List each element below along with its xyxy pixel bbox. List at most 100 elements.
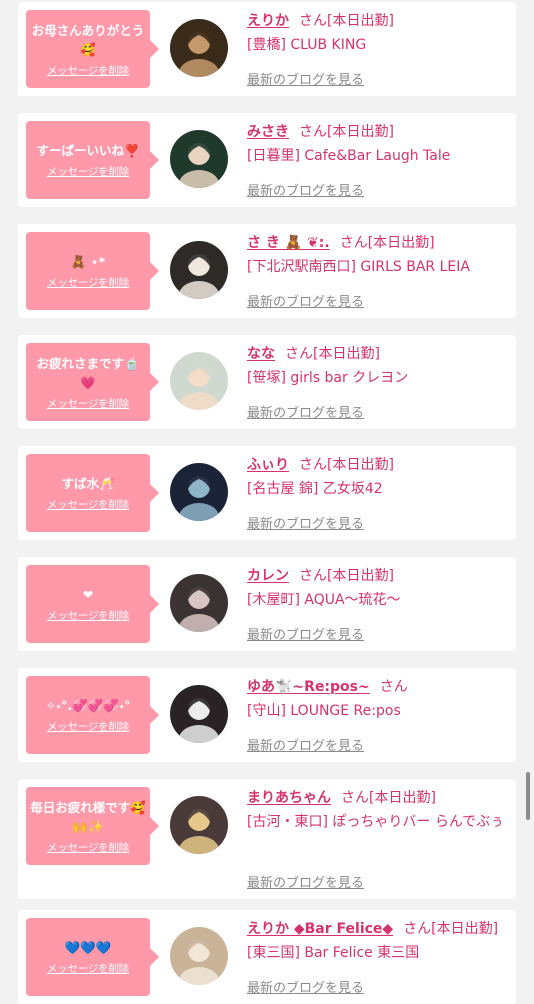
shop-name: [笹塚] girls bar クレヨン [247,370,409,386]
avatar[interactable] [170,574,228,632]
avatar[interactable] [170,796,228,854]
avatar[interactable] [170,19,228,77]
profile-info: みさき さん[本日出勤] [日暮里] Cafe&Bar Laugh Tale [247,122,510,166]
message-text: 🧸 ⋆* [70,254,106,269]
message-bubble: お母さんありがとう🥰 メッセージを削除 [26,10,159,88]
avatar[interactable] [170,463,228,521]
avatar-photo-icon [170,19,228,77]
latest-blog-link[interactable]: 最新のブログを見る [247,735,364,754]
delete-message-link[interactable]: メッセージを削除 [47,840,129,855]
delete-message-link[interactable]: メッセージを削除 [47,961,129,976]
message-text: お母さんありがとう🥰 [31,22,145,57]
latest-blog-link[interactable]: 最新のブログを見る [247,624,364,643]
delete-message-link[interactable]: メッセージを削除 [47,164,129,179]
profile-name-link[interactable]: カレン [247,568,289,584]
profile-info: えりか ◆Bar Felice◆ さん[本日出勤] [東三国] Bar Felic… [247,919,510,963]
latest-blog-link[interactable]: 最新のブログを見る [247,872,364,891]
message-text: お疲れさまです🍵💗 [36,355,140,390]
shop-name: [日暮里] Cafe&Bar Laugh Tale [247,148,451,164]
message-bubble: お疲れさまです🍵💗 メッセージを削除 [26,343,159,421]
delete-message-link[interactable]: メッセージを削除 [47,719,129,734]
profile-name-link[interactable]: まりあちゃん [247,790,331,806]
latest-blog-link[interactable]: 最新のブログを見る [247,69,364,88]
honorific-status: さん[本日出勤] [285,346,380,362]
avatar-photo-icon [170,927,228,985]
message-text: ✧˖°.💞💞💞˖° [45,698,131,713]
avatar[interactable] [170,927,228,985]
message-text: すーぱーいいね❣️ [36,143,140,158]
profile-name-link[interactable]: えりか [247,13,289,29]
profile-name-link[interactable]: ゆあ🐩~Re:pos~ [247,679,370,695]
profile-info: カレン さん[本日出勤] [木屋町] AQUA〜琉花〜 [247,566,510,610]
message-text: 💙💙💙 [64,940,112,955]
message-bubble: 毎日お疲れ様です🥰🙌✨ メッセージを削除 [26,787,159,865]
delete-message-link[interactable]: メッセージを削除 [47,396,129,411]
message-text: すば水🥂 [61,476,115,491]
profile-info: えりか さん[本日出勤] [豊橋] CLUB KING [247,11,510,55]
message-card: お疲れさまです🍵💗 メッセージを削除 なな さん[本日出勤] [笹塚] girls… [18,335,516,429]
message-card: ❤︎ メッセージを削除 カレン さん[本日出勤] [木屋町] AQUA〜琉花〜 最… [18,557,516,651]
profile-name-link[interactable]: なな [247,346,275,362]
honorific-status: さん[本日出勤] [299,124,394,140]
message-card: 💙💙💙 メッセージを削除 えりか ◆Bar Felice◆ さん[本日出勤] [東… [18,910,516,1004]
latest-blog-link[interactable]: 最新のブログを見る [247,180,364,199]
honorific-status: さん [379,679,408,695]
avatar-photo-icon [170,574,228,632]
shop-name: [下北沢駅南西口] GIRLS BAR LEIA [247,259,470,275]
message-text: ❤︎ [82,587,94,602]
latest-blog-link[interactable]: 最新のブログを見る [247,291,364,310]
message-card: 🧸 ⋆* メッセージを削除 さ き 🧸 ❦:. さん[本日出勤] [下北沢駅南西口… [18,224,516,318]
avatar-photo-icon [170,463,228,521]
message-text: 毎日お疲れ様です🥰🙌✨ [30,799,146,834]
avatar-photo-icon [170,241,228,299]
shop-name: [古河・東口] ぽっちゃりバー らんでぶぅ [247,814,505,830]
message-bubble: ✧˖°.💞💞💞˖° メッセージを削除 [26,676,159,754]
profile-info: まりあちゃん さん[本日出勤] [古河・東口] ぽっちゃりバー らんでぶぅ [247,788,510,832]
avatar-photo-icon [170,352,228,410]
honorific-status: さん[本日出勤] [299,568,394,584]
honorific-status: さん[本日出勤] [299,13,394,29]
honorific-status: さん[本日出勤] [403,921,499,937]
profile-info: さ き 🧸 ❦:. さん[本日出勤] [下北沢駅南西口] GIRLS BAR LE… [247,233,510,277]
message-card: お母さんありがとう🥰 メッセージを削除 えりか さん[本日出勤] [豊橋] CLU… [18,2,516,96]
profile-name-link[interactable]: さ き 🧸 ❦:. [247,235,330,251]
delete-message-link[interactable]: メッセージを削除 [47,608,129,623]
delete-message-link[interactable]: メッセージを削除 [47,63,129,78]
avatar-photo-icon [170,685,228,743]
shop-name: [名古屋 錦] 乙女坂42 [247,481,383,497]
latest-blog-link[interactable]: 最新のブログを見る [247,977,364,996]
avatar[interactable] [170,685,228,743]
message-card: ✧˖°.💞💞💞˖° メッセージを削除 ゆあ🐩~Re:pos~ さん [守山] LO… [18,668,516,762]
honorific-status: さん[本日出勤] [339,235,435,251]
profile-info: なな さん[本日出勤] [笹塚] girls bar クレヨン [247,344,510,388]
honorific-status: さん[本日出勤] [341,790,436,806]
avatar[interactable] [170,130,228,188]
shop-name: [木屋町] AQUA〜琉花〜 [247,592,401,608]
avatar-photo-icon [170,130,228,188]
delete-message-link[interactable]: メッセージを削除 [47,497,129,512]
shop-name: [守山] LOUNGE Re:pos [247,703,401,719]
delete-message-link[interactable]: メッセージを削除 [47,275,129,290]
avatar-photo-icon [170,796,228,854]
message-bubble: 💙💙💙 メッセージを削除 [26,918,159,996]
scrollbar[interactable] [526,772,530,820]
profile-name-link[interactable]: ふぃり [247,457,289,473]
message-bubble: 🧸 ⋆* メッセージを削除 [26,232,159,310]
message-bubble: すば水🥂 メッセージを削除 [26,454,159,532]
profile-name-link[interactable]: えりか ◆Bar Felice◆ [247,921,393,937]
profile-name-link[interactable]: みさき [247,124,289,140]
latest-blog-link[interactable]: 最新のブログを見る [247,402,364,421]
message-bubble: ❤︎ メッセージを削除 [26,565,159,643]
avatar[interactable] [170,352,228,410]
latest-blog-link[interactable]: 最新のブログを見る [247,513,364,532]
avatar[interactable] [170,241,228,299]
message-bubble: すーぱーいいね❣️ メッセージを削除 [26,121,159,199]
shop-name: [豊橋] CLUB KING [247,37,367,53]
shop-name: [東三国] Bar Felice 東三国 [247,945,420,961]
profile-info: ふぃり さん[本日出勤] [名古屋 錦] 乙女坂42 [247,455,510,499]
profile-info: ゆあ🐩~Re:pos~ さん [守山] LOUNGE Re:pos [247,677,510,721]
honorific-status: さん[本日出勤] [299,457,394,473]
message-card: すーぱーいいね❣️ メッセージを削除 みさき さん[本日出勤] [日暮里] Caf… [18,113,516,207]
message-card: 毎日お疲れ様です🥰🙌✨ メッセージを削除 まりあちゃん さん[本日出勤] [古河・… [18,779,516,899]
message-card: すば水🥂 メッセージを削除 ふぃり さん[本日出勤] [名古屋 錦] 乙女坂42 … [18,446,516,540]
